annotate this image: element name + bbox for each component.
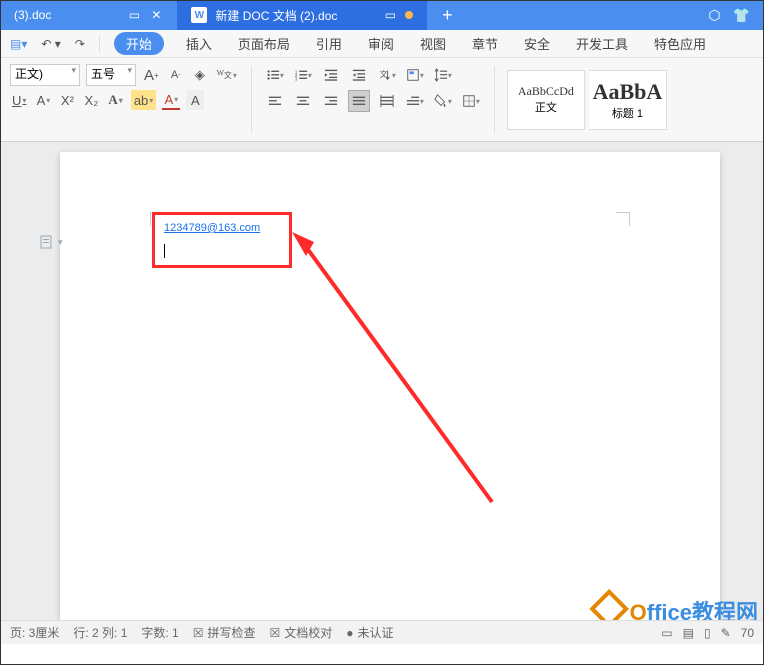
font-color-a-button[interactable]: A — [34, 90, 52, 110]
ribbon: 正文)▾ 五号▾ A+ A- ◈ ᵂ文 U A X² X₂ A ab A A ▾… — [0, 58, 764, 142]
hex-icon[interactable]: ⬡ — [708, 7, 720, 24]
titlebar: (3).doc ▭ ✕ W 新建 DOC 文档 (2).doc ▭ + ⬡ 👕 — [0, 0, 764, 30]
font-name-select[interactable]: 正文)▾ — [10, 64, 80, 86]
menu-chapter[interactable]: 章节 — [468, 32, 502, 55]
logo-dropdown[interactable]: ▤▾ — [10, 37, 27, 51]
style-body-label: 正文 — [535, 99, 557, 115]
ribbon-paragraph-group: ▾ 123▾ 文▾ ▾ ▾ ▾ ▾ ▾ — [260, 62, 486, 137]
phonetic-guide-button[interactable]: ᵂ文 — [215, 65, 239, 85]
menu-review[interactable]: 审阅 — [364, 32, 398, 55]
tab-doc-3[interactable]: (3).doc ▭ ✕ — [0, 0, 177, 30]
menu-pagelayout[interactable]: 页面布局 — [234, 32, 294, 55]
style-heading1[interactable]: AaBbA 标题 1 — [589, 70, 667, 130]
svg-text:3: 3 — [295, 76, 298, 81]
style-body[interactable]: AaBbCcDd 正文 — [507, 70, 585, 130]
window-icon: ▭ — [127, 8, 141, 22]
menu-references[interactable]: 引用 — [312, 32, 346, 55]
align-objects-button[interactable]: ▾ — [404, 64, 426, 86]
ribbon-font-group: 正文)▾ 五号▾ A+ A- ◈ ᵂ文 U A X² X₂ A ab A A — [6, 62, 243, 137]
annotation-arrow — [292, 232, 512, 522]
sb-page-info[interactable]: 页: 3厘米 — [10, 624, 59, 641]
highlight-box — [152, 212, 292, 268]
decrease-font-button[interactable]: A- — [167, 65, 185, 85]
clear-format-button[interactable]: ◈ — [191, 65, 209, 85]
menu-insert[interactable]: 插入 — [182, 32, 216, 55]
underline-button[interactable]: U — [10, 90, 28, 110]
style-h1-label: 标题 1 — [612, 105, 643, 121]
text-cursor — [164, 244, 165, 258]
sb-word-count[interactable]: 字数: 1 — [141, 624, 178, 641]
distribute-button[interactable] — [376, 90, 398, 112]
sb-line-col[interactable]: 行: 2 列: 1 — [73, 624, 127, 641]
email-hyperlink[interactable]: 1234789@163.com — [164, 222, 260, 234]
quick-access-bar: ▤▾ ↶ ▾ ↷ 开始 插入 页面布局 引用 审阅 视图 章节 安全 开发工具 … — [0, 30, 764, 58]
sb-doccheck[interactable]: ☒ 文档校对 — [270, 624, 333, 641]
align-right-button[interactable] — [320, 90, 342, 112]
highlight-button[interactable]: ab — [131, 90, 156, 110]
menu-devtools[interactable]: 开发工具 — [572, 32, 632, 55]
superscript-button[interactable]: X² — [58, 90, 76, 110]
text-effects-button[interactable]: A — [106, 90, 124, 110]
shirt-icon[interactable]: 👕 — [733, 7, 750, 24]
sb-unauth[interactable]: ● 未认证 — [346, 624, 393, 641]
document-area: 1234789@163.com ▾ — [0, 142, 764, 642]
undo-button[interactable]: ↶ ▾ — [41, 37, 60, 51]
page-side-control[interactable]: ▾ — [40, 234, 63, 250]
sb-spellcheck[interactable]: ☒ 拼写检查 — [193, 624, 256, 641]
tab-doc-new[interactable]: W 新建 DOC 文档 (2).doc ▭ — [177, 0, 427, 30]
modified-dot-icon — [405, 11, 413, 19]
shading-button[interactable]: ▾ — [432, 90, 454, 112]
subscript-button[interactable]: X₂ — [82, 90, 100, 110]
title-right-icons: ⬡ 👕 — [708, 0, 764, 30]
ribbon-styles-group: AaBbCcDd 正文 AaBbA 标题 1 — [503, 62, 671, 137]
view-outline-icon[interactable]: ▤ — [683, 626, 694, 640]
font-size-select[interactable]: 五号▾ — [86, 64, 136, 86]
close-icon[interactable]: ✕ — [149, 8, 163, 22]
decrease-indent-button[interactable] — [320, 64, 342, 86]
tab-label: (3).doc — [14, 8, 51, 22]
view-layout-icon[interactable]: ▭ — [661, 626, 672, 640]
margin-corner-tr — [616, 212, 630, 226]
new-tab-button[interactable]: + — [427, 0, 467, 30]
window-icon: ▭ — [383, 8, 397, 22]
wps-word-icon: W — [191, 7, 207, 23]
align-justify-button[interactable] — [348, 90, 370, 112]
align-left-button[interactable] — [264, 90, 286, 112]
menu-view[interactable]: 视图 — [416, 32, 450, 55]
menu-tabs: 开始 插入 页面布局 引用 审阅 视图 章节 安全 开发工具 特色应用 — [114, 32, 710, 55]
redo-button[interactable]: ↷ — [75, 37, 85, 51]
increase-font-button[interactable]: A+ — [142, 65, 161, 85]
line-spacing-button[interactable]: ▾ — [432, 64, 454, 86]
numbering-button[interactable]: 123▾ — [292, 64, 314, 86]
view-read-icon[interactable]: ▯ — [704, 626, 711, 640]
statusbar: 页: 3厘米 行: 2 列: 1 字数: 1 ☒ 拼写检查 ☒ 文档校对 ● 未… — [0, 620, 764, 644]
menu-start[interactable]: 开始 — [114, 32, 164, 55]
indent-first-button[interactable]: ▾ — [404, 90, 426, 112]
tab-label: 新建 DOC 文档 (2).doc — [215, 7, 337, 24]
align-center-button[interactable] — [292, 90, 314, 112]
sb-zoom[interactable]: 70 — [741, 626, 754, 640]
menu-special[interactable]: 特色应用 — [650, 32, 710, 55]
menu-security[interactable]: 安全 — [520, 32, 554, 55]
view-pen-icon[interactable]: ✎ — [721, 626, 731, 640]
font-color-button[interactable]: A — [162, 90, 180, 110]
bullets-button[interactable]: ▾ — [264, 64, 286, 86]
borders-button[interactable]: ▾ — [460, 90, 482, 112]
increase-indent-button[interactable] — [348, 64, 370, 86]
char-shading-button[interactable]: A — [186, 90, 204, 110]
document-page[interactable]: 1234789@163.com — [60, 152, 720, 642]
text-direction-button[interactable]: 文▾ — [376, 64, 398, 86]
